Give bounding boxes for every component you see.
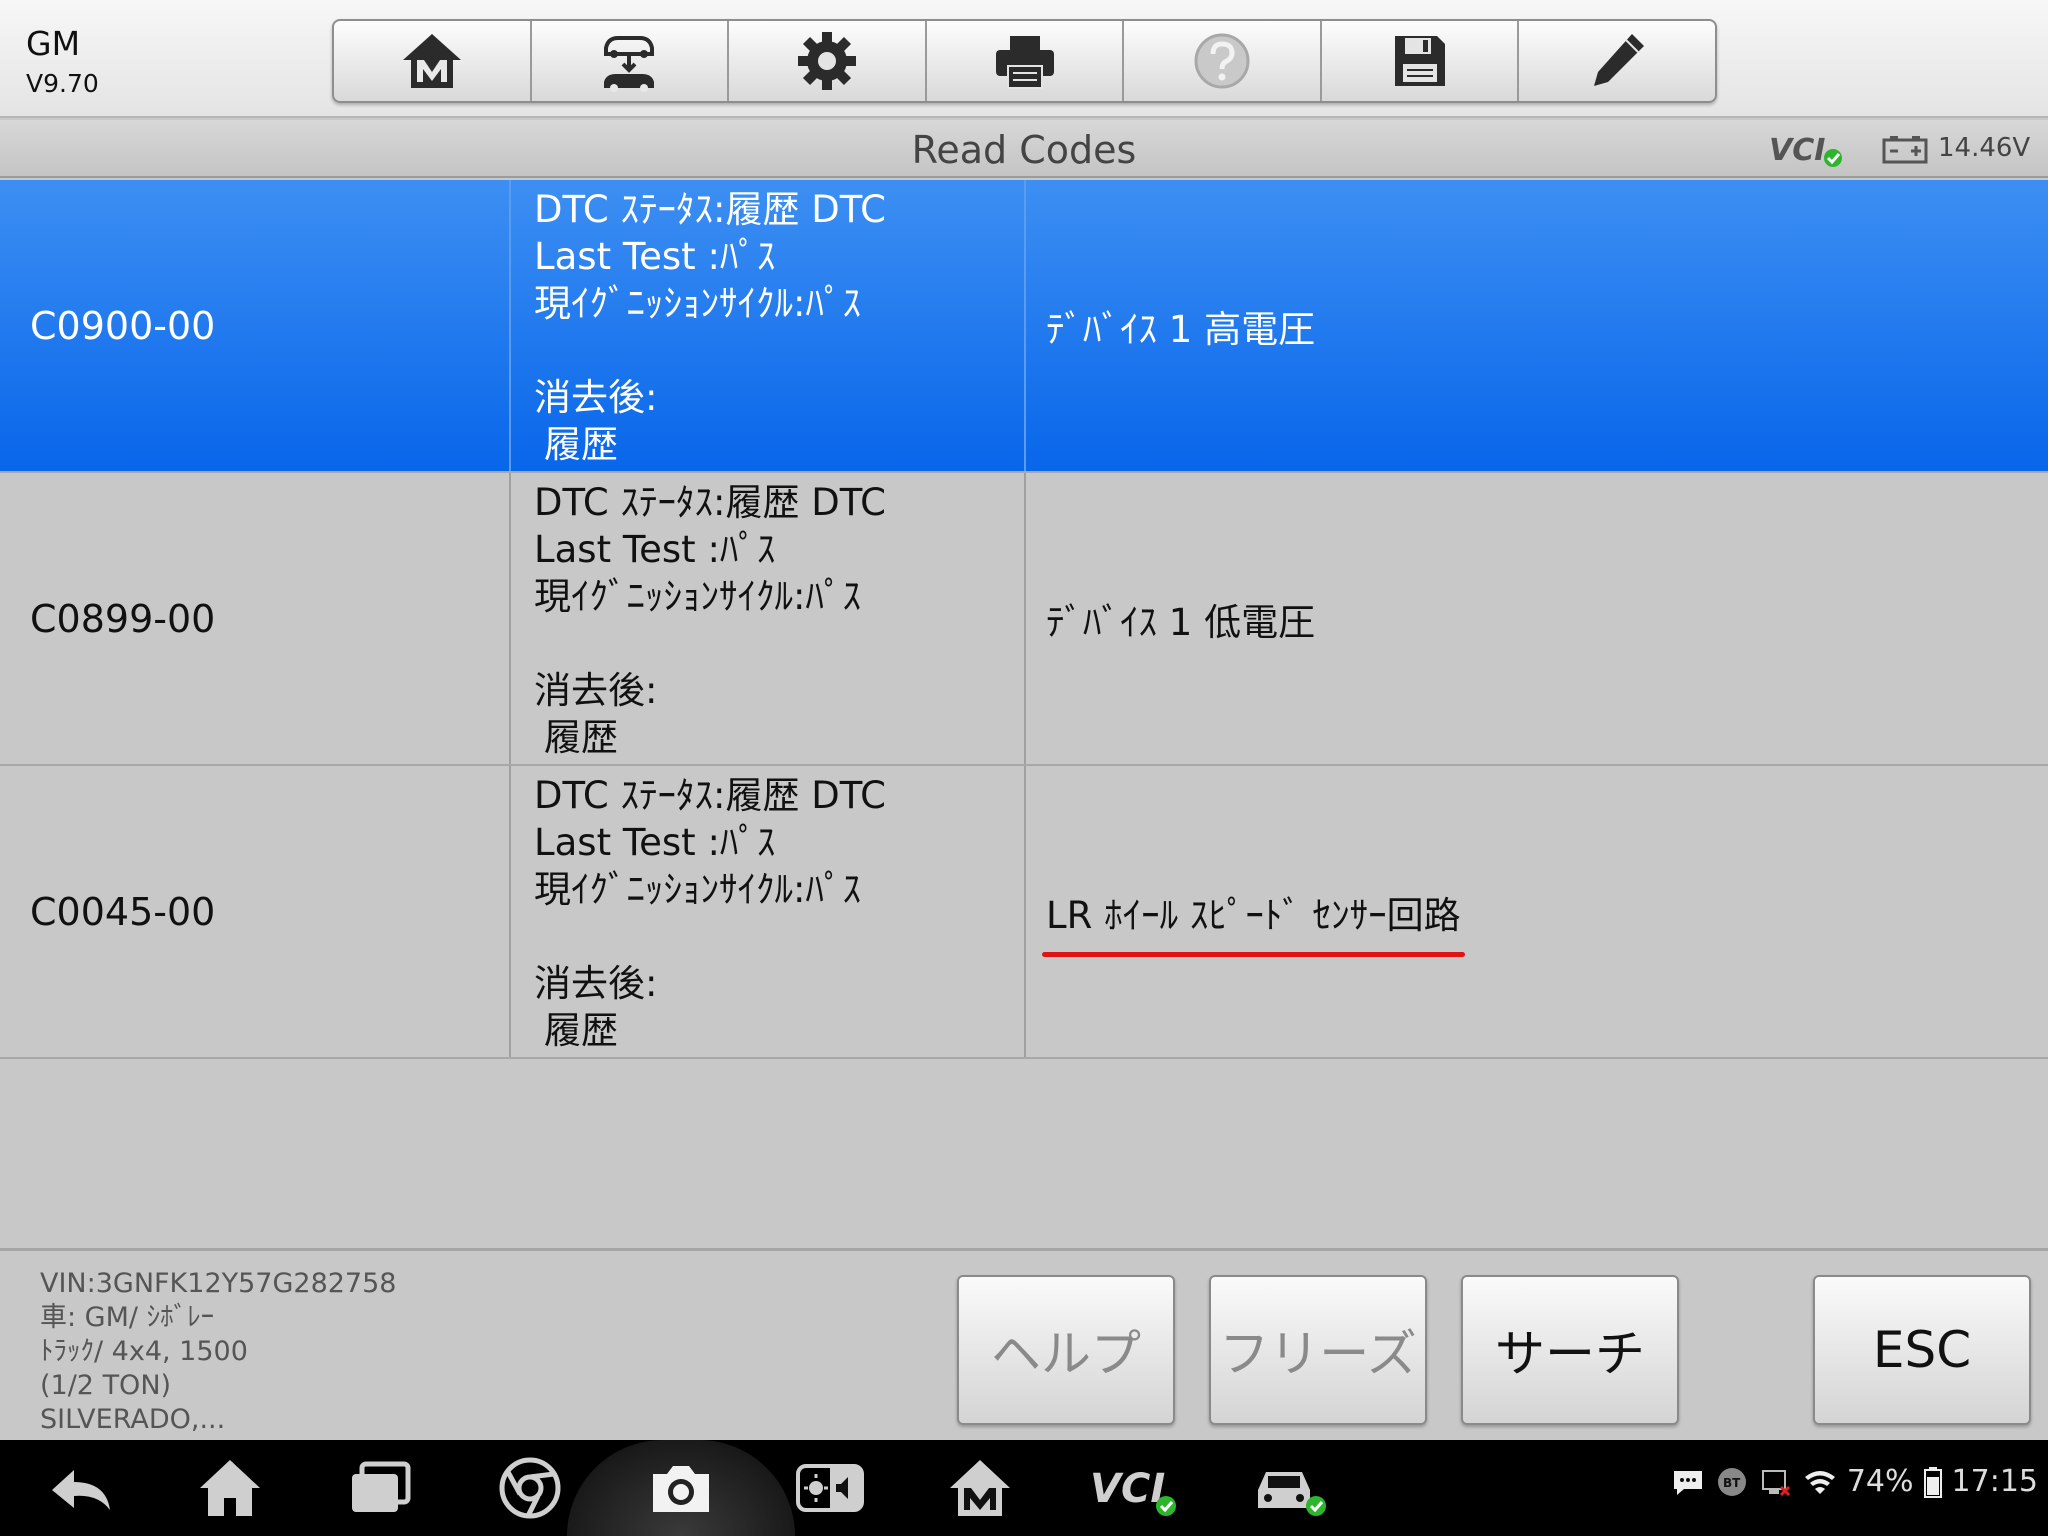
- status-line: 履歴: [544, 716, 618, 759]
- dtc-code: C0899-00: [0, 473, 511, 764]
- dtc-status: DTC ｽﾃｰﾀｽ:履歴 DTC Last Test :ﾊﾟｽ 現ｲｸﾞﾆｯｼｮ…: [511, 473, 1026, 764]
- dtc-code: C0900-00: [0, 180, 511, 471]
- dtc-description-text: ﾃﾞﾊﾞｲｽ 1 高電圧: [1046, 307, 1316, 351]
- vehicle-swap-icon: [604, 36, 655, 92]
- edit-button[interactable]: [1519, 21, 1715, 101]
- dtc-description: ﾃﾞﾊﾞｲｽ 1 低電圧: [1026, 473, 2048, 764]
- bluetooth-badge-icon: BT: [1717, 1467, 1746, 1496]
- settings-button[interactable]: [729, 21, 927, 101]
- vci-status-label: VCI: [1769, 133, 1825, 168]
- freeze-button[interactable]: フリーズ: [1209, 1275, 1427, 1425]
- vehicle-line: (1/2 TON): [40, 1370, 172, 1401]
- status-line: 履歴: [544, 1009, 618, 1052]
- vci-connected-icon: VCI: [1769, 133, 1842, 168]
- bluetooth-badge-label: BT: [1723, 1476, 1741, 1490]
- tablet-battery-icon: [1923, 1466, 1942, 1498]
- status-line: DTC ｽﾃｰﾀｽ:履歴 DTC: [534, 188, 887, 231]
- main-toolbar: [332, 19, 1717, 103]
- page-title: Read Codes: [911, 128, 1137, 172]
- dtc-row[interactable]: C0899-00 DTC ｽﾃｰﾀｽ:履歴 DTC Last Test :ﾊﾟｽ…: [0, 473, 2048, 766]
- footer-bar: VIN:3GNFK12Y57G282758 車: GM/ ｼﾎﾞﾚｰ ﾄﾗｯｸ/…: [0, 1248, 2048, 1440]
- ethernet-disconnected-icon: [1761, 1469, 1790, 1496]
- system-tray: BT 74% 17:15: [1671, 1464, 2038, 1499]
- status-line: DTC ｽﾃｰﾀｽ:履歴 DTC: [534, 774, 887, 817]
- vehicle-connected-icon[interactable]: [1248, 1452, 1330, 1524]
- title-bar: Read Codes VCI 14.46V: [0, 120, 2048, 178]
- dtc-row[interactable]: C0045-00 DTC ｽﾃｰﾀｽ:履歴 DTC Last Test :ﾊﾟｽ…: [0, 766, 2048, 1059]
- system-nav-bar: VCI BT 74% 17:15: [0, 1440, 2048, 1536]
- message-icon: [1673, 1470, 1702, 1495]
- question-icon: [1194, 33, 1250, 89]
- vehicle-line: ﾄﾗｯｸ/ 4x4, 1500: [40, 1336, 248, 1367]
- status-line: 消去後:: [534, 669, 658, 712]
- save-icon: [1394, 36, 1445, 86]
- status-line: 履歴: [544, 423, 618, 466]
- dtc-status: DTC ｽﾃｰﾀｽ:履歴 DTC Last Test :ﾊﾟｽ 現ｲｸﾞﾆｯｼｮ…: [511, 180, 1026, 471]
- camera-icon[interactable]: [645, 1452, 717, 1524]
- dtc-description-text: LR ﾎｲｰﾙ ｽﾋﾟｰﾄﾞ ｾﾝｻｰ回路: [1042, 885, 1465, 957]
- home-button[interactable]: [334, 21, 532, 101]
- pencil-icon: [1594, 34, 1645, 86]
- status-line: 現ｲｸﾞﾆｯｼｮﾝｻｲｸﾙ:ﾊﾟｽ: [534, 282, 861, 325]
- help-toolbar-button[interactable]: [1124, 21, 1322, 101]
- vci-nav-label: VCI: [1090, 1466, 1165, 1512]
- help-button[interactable]: ヘルプ: [957, 1275, 1175, 1425]
- dtc-status: DTC ｽﾃｰﾀｽ:履歴 DTC Last Test :ﾊﾟｽ 現ｲｸﾞﾆｯｼｮ…: [511, 766, 1026, 1057]
- dtc-row[interactable]: C0900-00 DTC ｽﾃｰﾀｽ:履歴 DTC Last Test :ﾊﾟｽ…: [0, 180, 2048, 473]
- car-battery-icon: [1882, 136, 1928, 164]
- status-line: Last Test :ﾊﾟｽ: [534, 528, 776, 571]
- browser-icon[interactable]: [494, 1452, 566, 1524]
- status-line: Last Test :ﾊﾟｽ: [534, 235, 776, 278]
- brand-block: GM V9.70: [26, 24, 99, 100]
- vehicle-vin: VIN:3GNFK12Y57G282758: [40, 1268, 397, 1299]
- dtc-description-text: ﾃﾞﾊﾞｲｽ 1 低電圧: [1046, 600, 1316, 644]
- status-line: DTC ｽﾃｰﾀｽ:履歴 DTC: [534, 481, 887, 524]
- vehicle-swap-button[interactable]: [532, 21, 730, 101]
- battery-voltage: 14.46V: [1938, 133, 2031, 163]
- dtc-description-label: LR ﾎｲｰﾙ ｽﾋﾟｰﾄﾞ ｾﾝｻｰ回路: [1046, 893, 1461, 937]
- status-line: Last Test :ﾊﾟｽ: [534, 821, 776, 864]
- status-line: 現ｲｸﾞﾆｯｼｮﾝｻｲｸﾙ:ﾊﾟｽ: [534, 575, 861, 618]
- save-button[interactable]: [1322, 21, 1520, 101]
- home-nav-icon[interactable]: [194, 1452, 266, 1524]
- wifi-icon: [1804, 1470, 1835, 1494]
- clock: 17:15: [1951, 1464, 2038, 1499]
- brand-name: GM: [26, 24, 81, 63]
- battery-percent: 74%: [1846, 1464, 1914, 1499]
- vehicle-line: 車: GM/ ｼﾎﾞﾚｰ: [40, 1302, 215, 1333]
- vehicle-line: SILVERADO,...: [40, 1404, 226, 1435]
- vci-nav-icon[interactable]: VCI: [1090, 1452, 1180, 1524]
- status-line: 消去後:: [534, 962, 658, 1005]
- esc-button[interactable]: ESC: [1813, 1275, 2031, 1425]
- dtc-code: C0045-00: [0, 766, 511, 1057]
- red-underline-annotation: [1042, 951, 1465, 957]
- printer-icon: [995, 36, 1054, 89]
- vehicle-info: VIN:3GNFK12Y57G282758 車: GM/ ｼﾎﾞﾚｰ ﾄﾗｯｸ/…: [40, 1267, 396, 1437]
- app-version: V9.70: [26, 69, 99, 98]
- maxisys-nav-icon[interactable]: [944, 1452, 1016, 1524]
- search-button[interactable]: サーチ: [1461, 1275, 1679, 1425]
- status-line: 消去後:: [534, 376, 658, 419]
- back-icon[interactable]: [44, 1452, 116, 1524]
- recent-apps-icon[interactable]: [344, 1452, 416, 1524]
- top-bar: GM V9.70: [0, 0, 2048, 118]
- dtc-description: LR ﾎｲｰﾙ ｽﾋﾟｰﾄﾞ ｾﾝｻｰ回路: [1026, 766, 2048, 1057]
- dtc-description: ﾃﾞﾊﾞｲｽ 1 高電圧: [1026, 180, 2048, 471]
- print-button[interactable]: [927, 21, 1125, 101]
- dtc-table: C0900-00 DTC ｽﾃｰﾀｽ:履歴 DTC Last Test :ﾊﾟｽ…: [0, 180, 2048, 1059]
- gear-icon: [797, 32, 856, 90]
- brightness-volume-icon[interactable]: [794, 1452, 866, 1524]
- maxisys-home-icon: [402, 34, 461, 88]
- status-line: 現ｲｸﾞﾆｯｼｮﾝｻｲｸﾙ:ﾊﾟｽ: [534, 868, 861, 911]
